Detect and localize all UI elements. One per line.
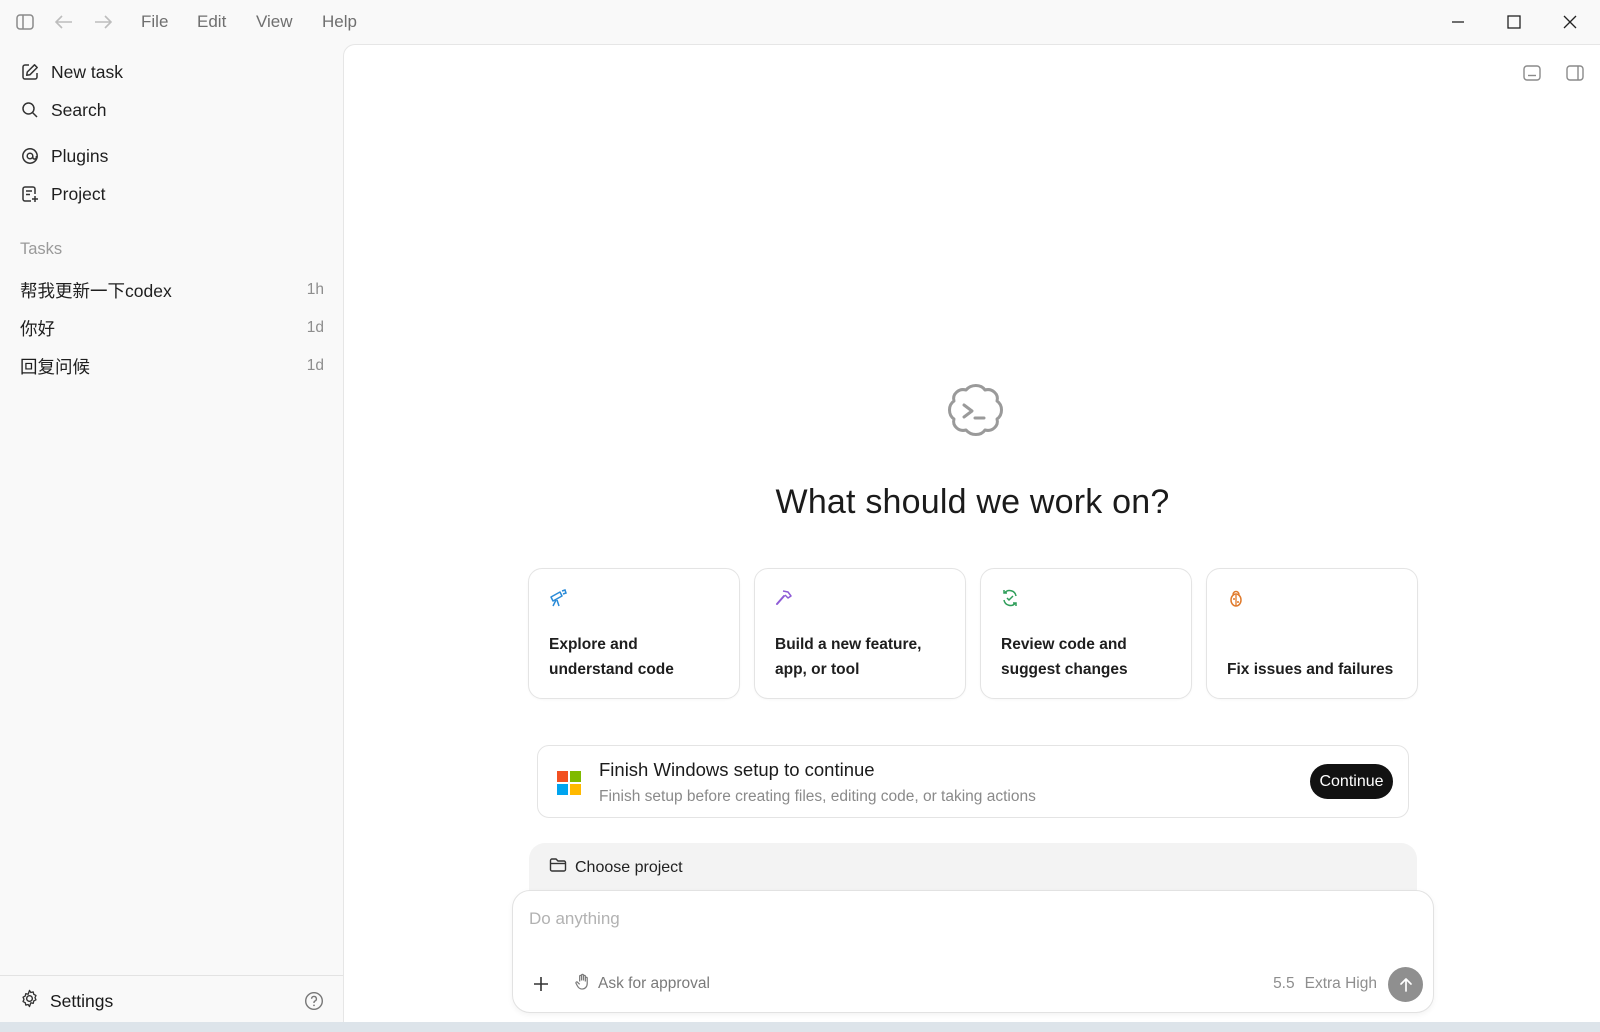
model-effort: Extra High: [1304, 975, 1377, 992]
model-selector[interactable]: 5.5 Extra High: [1273, 975, 1377, 993]
project-button[interactable]: Project: [20, 180, 105, 208]
task-title: 回复问候: [20, 356, 90, 377]
model-version: 5.5: [1273, 975, 1295, 992]
add-attachment-button[interactable]: [529, 972, 553, 996]
approval-mode-button[interactable]: Ask for approval: [574, 973, 710, 995]
sidebar-toggle-icon[interactable]: [15, 12, 35, 32]
card-text: Build a new feature, app, or tool: [775, 632, 951, 682]
main-panel: What should we work on? Explore and unde…: [343, 44, 1600, 1022]
suggestion-card-review[interactable]: Review code and suggest changes: [980, 568, 1192, 699]
search-button[interactable]: Search: [20, 96, 106, 124]
task-title: 帮我更新一下codex: [20, 280, 172, 301]
help-icon[interactable]: [304, 991, 324, 1011]
arrow-up-icon: [1399, 977, 1412, 992]
new-task-label: New task: [51, 61, 123, 82]
task-item[interactable]: 回复问候 1d: [20, 352, 324, 380]
suggestion-card-build[interactable]: Build a new feature, app, or tool: [754, 568, 966, 699]
terminal-panel-icon[interactable]: [1522, 63, 1544, 85]
review-icon: [1000, 588, 1020, 608]
sidebar: New task Search Plugins Project Tasks 帮我…: [0, 44, 343, 1022]
plugins-button[interactable]: Plugins: [20, 142, 108, 170]
project-icon: [20, 184, 40, 204]
tasks-section-label: Tasks: [20, 240, 63, 258]
task-title: 你好: [20, 318, 55, 339]
card-line: suggest changes: [1001, 661, 1128, 678]
prompt-input[interactable]: [529, 909, 1409, 929]
settings-label: Settings: [50, 990, 114, 1011]
menu-edit[interactable]: Edit: [197, 12, 226, 32]
composer: Ask for approval 5.5 Extra High: [512, 890, 1434, 1013]
menu-help[interactable]: Help: [322, 12, 357, 32]
card-line: Explore and: [549, 636, 638, 653]
bug-icon: [1226, 588, 1246, 608]
close-button[interactable]: [1548, 8, 1592, 36]
sidebar-footer: Settings: [0, 975, 343, 1022]
folder-icon: [549, 857, 567, 878]
title-bar: File Edit View Help: [0, 0, 1600, 44]
setup-subtitle: Finish setup before creating files, edit…: [599, 788, 1036, 805]
card-line: Build a new feature,: [775, 636, 922, 653]
choose-project-label: Choose project: [575, 858, 683, 876]
windows-setup-banner: Finish Windows setup to continue Finish …: [537, 745, 1409, 818]
card-text: Review code and suggest changes: [1001, 632, 1177, 682]
suggestion-cards: Explore and understand code Build a new …: [528, 568, 1418, 699]
side-panel-icon[interactable]: [1565, 63, 1587, 85]
menu-file[interactable]: File: [141, 12, 168, 32]
new-task-button[interactable]: New task: [20, 58, 123, 86]
task-age: 1h: [306, 281, 324, 298]
hand-icon: [574, 973, 591, 995]
forward-arrow-icon[interactable]: [93, 12, 113, 32]
back-arrow-icon[interactable]: [54, 12, 74, 32]
setup-title: Finish Windows setup to continue: [599, 759, 875, 780]
windows-logo-icon: [557, 771, 581, 795]
approval-label: Ask for approval: [598, 975, 710, 992]
task-item[interactable]: 帮我更新一下codex 1h: [20, 276, 324, 304]
task-age: 1d: [306, 319, 324, 336]
card-line: Review code and: [1001, 636, 1127, 653]
task-item[interactable]: 你好 1d: [20, 314, 324, 342]
continue-button[interactable]: Continue: [1310, 764, 1393, 799]
minimize-button[interactable]: [1436, 8, 1480, 36]
at-sign-icon: [20, 146, 40, 166]
gear-icon: [20, 989, 39, 1013]
send-button[interactable]: [1388, 967, 1423, 1002]
suggestion-card-fix[interactable]: Fix issues and failures: [1206, 568, 1418, 699]
app-logo-icon: [942, 381, 1006, 445]
card-line: Fix issues and failures: [1227, 661, 1394, 678]
card-text: Explore and understand code: [549, 632, 725, 682]
search-icon: [20, 100, 40, 120]
taskbar-strip: [0, 1022, 1600, 1032]
card-line: app, or tool: [775, 661, 860, 678]
search-label: Search: [51, 99, 107, 120]
card-line: understand code: [549, 661, 674, 678]
card-text: Fix issues and failures: [1227, 657, 1403, 682]
edit-icon: [20, 62, 40, 82]
settings-button[interactable]: Settings: [20, 989, 113, 1013]
project-label: Project: [51, 183, 106, 204]
suggestion-card-explore[interactable]: Explore and understand code: [528, 568, 740, 699]
task-age: 1d: [306, 357, 324, 374]
plus-icon: [534, 977, 548, 991]
plugins-label: Plugins: [51, 145, 109, 166]
maximize-button[interactable]: [1492, 8, 1536, 36]
menu-view[interactable]: View: [256, 12, 293, 32]
page-title: What should we work on?: [775, 483, 1170, 521]
hammer-icon: [774, 588, 794, 608]
telescope-icon: [548, 588, 568, 608]
choose-project-button[interactable]: Choose project: [549, 857, 683, 878]
